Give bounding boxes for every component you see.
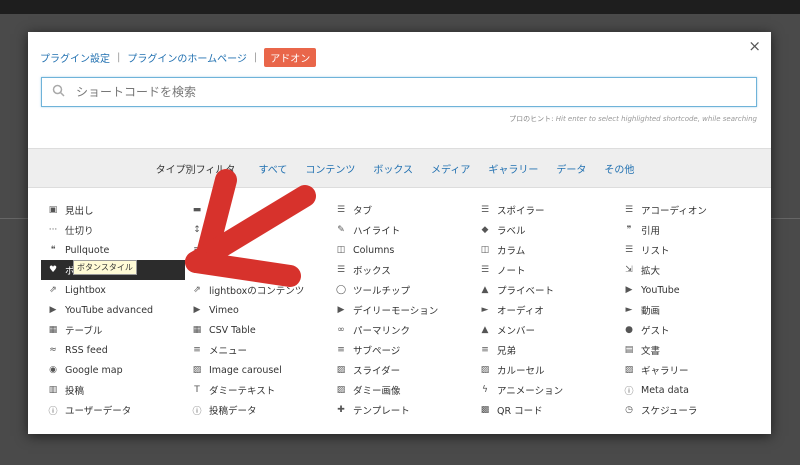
annotation-arrow	[185, 169, 316, 287]
